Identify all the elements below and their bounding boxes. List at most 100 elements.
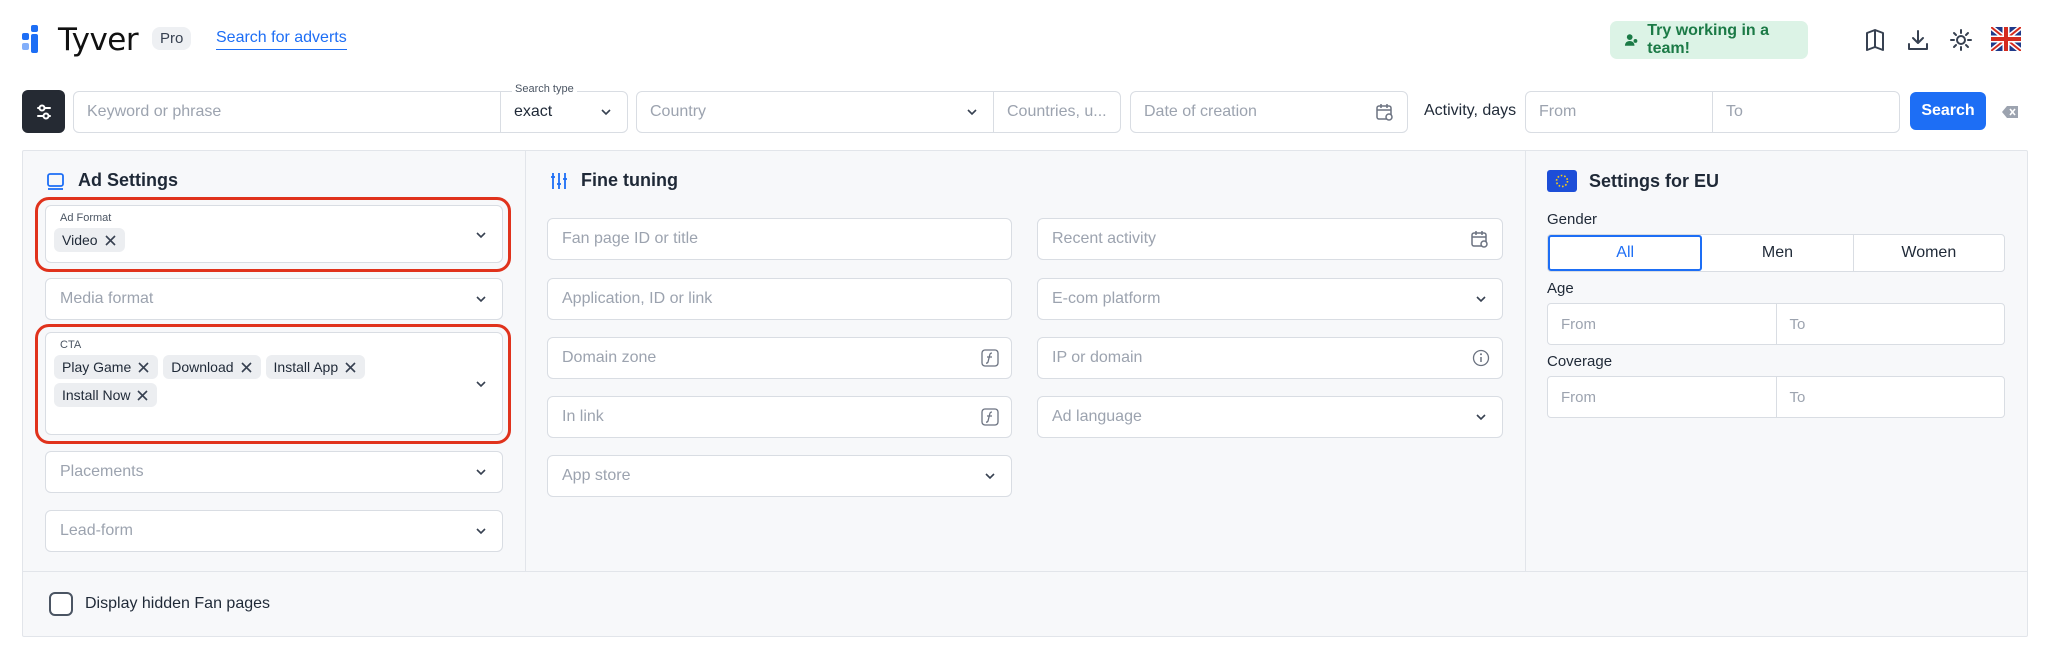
chevron-down-icon — [476, 528, 486, 535]
calendar-icon[interactable] — [1470, 229, 1490, 249]
gender-option-women[interactable]: Women — [1854, 235, 2004, 271]
function-icon[interactable] — [981, 349, 999, 367]
coverage-from-input[interactable]: From — [1548, 377, 1777, 417]
search-type-value: exact — [514, 103, 553, 120]
fine-tuning-title-text: Fine tuning — [581, 170, 678, 190]
try-team-button[interactable]: Try working in a team! — [1610, 21, 1808, 59]
ip-domain-input[interactable]: IP or domain — [1037, 337, 1503, 379]
eu-settings-title: Settings for EU — [1547, 170, 1719, 192]
pro-badge: Pro — [152, 27, 192, 50]
hidden-fan-pages-checkbox[interactable] — [49, 592, 73, 616]
media-format-placeholder: Media format — [60, 290, 154, 307]
chip-label: Download — [171, 359, 234, 375]
in-link-input[interactable]: In link — [547, 396, 1012, 438]
cta-label: CTA — [60, 339, 82, 351]
gender-option-men[interactable]: Men — [1702, 235, 1854, 271]
ad-language-placeholder: Ad language — [1052, 408, 1142, 425]
close-icon[interactable] — [104, 234, 117, 247]
fan-page-placeholder: Fan page ID or title — [562, 230, 699, 247]
column-divider — [525, 151, 526, 571]
search-type-select[interactable]: exact — [500, 91, 628, 133]
activity-days-label: Activity, days — [1424, 102, 1517, 119]
download-icon[interactable] — [1905, 27, 1931, 53]
application-placeholder: Application, ID or link — [562, 290, 713, 307]
recent-activity-placeholder: Recent activity — [1052, 230, 1157, 247]
logo-text: Tyver — [58, 22, 139, 58]
media-format-select[interactable]: Media format — [45, 278, 503, 320]
placements-select[interactable]: Placements — [45, 451, 503, 493]
book-icon[interactable] — [1862, 27, 1888, 53]
date-placeholder: Date of creation — [1144, 103, 1257, 120]
gear-icon[interactable] — [1948, 27, 1974, 53]
uk-flag-icon[interactable] — [1991, 27, 2021, 51]
sliders-icon — [36, 104, 51, 119]
search-button[interactable]: Search — [1910, 92, 1986, 130]
age-label: Age — [1547, 280, 1574, 297]
chevron-down-icon — [985, 473, 995, 480]
application-input[interactable]: Application, ID or link — [547, 278, 1012, 320]
domain-zone-input[interactable]: Domain zone — [547, 337, 1012, 379]
ecom-platform-select[interactable]: E-com platform — [1037, 278, 1503, 320]
country-select[interactable]: Country — [636, 91, 994, 133]
search-adverts-link[interactable]: Search for adverts — [216, 29, 347, 50]
activity-to-placeholder: To — [1726, 103, 1743, 120]
activity-from-placeholder: From — [1539, 103, 1577, 120]
chevron-down-icon — [476, 381, 486, 388]
gender-segmented-control: All Men Women — [1547, 234, 2005, 272]
clear-icon[interactable] — [2001, 103, 2019, 121]
coverage-range: From To — [1547, 376, 2005, 418]
ecom-platform-placeholder: E-com platform — [1052, 290, 1161, 307]
chip-label: Video — [62, 232, 98, 248]
chip-download[interactable]: Download — [163, 355, 261, 379]
chip-label: Install App — [273, 359, 339, 375]
tuning-icon — [551, 172, 567, 189]
gender-label: Gender — [1547, 211, 1598, 228]
countries-input[interactable]: Countries, u... — [993, 91, 1121, 133]
ad-language-select[interactable]: Ad language — [1037, 396, 1503, 438]
chip-install-app[interactable]: Install App — [265, 355, 366, 379]
activity-from-input[interactable]: From — [1525, 91, 1713, 133]
filters-toggle-button[interactable] — [22, 90, 65, 133]
activity-to-input[interactable]: To — [1712, 91, 1900, 133]
cta-select[interactable]: CTA Play Game Download Install App Insta… — [45, 332, 503, 435]
coverage-to-input[interactable]: To — [1777, 377, 2005, 417]
ad-settings-icon — [47, 172, 64, 190]
close-icon[interactable] — [137, 361, 150, 374]
age-range: From To — [1547, 303, 2005, 345]
logo[interactable]: Tyver — [22, 22, 139, 58]
close-icon[interactable] — [344, 361, 357, 374]
user-icon — [1624, 34, 1638, 46]
close-icon[interactable] — [240, 361, 253, 374]
fan-page-input[interactable]: Fan page ID or title — [547, 218, 1012, 260]
hidden-fan-pages-label: Display hidden Fan pages — [85, 595, 271, 612]
hidden-fan-pages-option[interactable]: Display hidden Fan pages — [49, 592, 270, 616]
age-to-input[interactable]: To — [1777, 304, 2005, 344]
function-icon[interactable] — [981, 408, 999, 426]
country-placeholder: Country — [650, 103, 707, 120]
recent-activity-input[interactable]: Recent activity — [1037, 218, 1503, 260]
date-of-creation-input[interactable]: Date of creation — [1130, 91, 1408, 133]
close-icon[interactable] — [136, 389, 149, 402]
in-link-placeholder: In link — [562, 408, 604, 425]
placements-placeholder: Placements — [60, 463, 144, 480]
chevron-down-icon — [476, 296, 486, 303]
lead-form-select[interactable]: Lead-form — [45, 510, 503, 552]
chevron-down-icon — [967, 109, 977, 116]
app-store-placeholder: App store — [562, 467, 631, 484]
app-store-select[interactable]: App store — [547, 455, 1012, 497]
cta-chips: Play Game Download Install App Install N… — [54, 355, 434, 407]
ad-format-select[interactable]: Ad Format Video — [45, 205, 503, 263]
fine-tuning-title: Fine tuning — [549, 170, 678, 191]
info-icon[interactable] — [1472, 349, 1490, 367]
chevron-down-icon — [1476, 414, 1486, 421]
keyword-input[interactable]: Keyword or phrase — [73, 91, 501, 133]
column-divider — [1525, 151, 1526, 571]
ad-format-label: Ad Format — [60, 212, 112, 224]
age-from-input[interactable]: From — [1548, 304, 1777, 344]
chip-install-now[interactable]: Install Now — [54, 383, 158, 407]
calendar-icon[interactable] — [1375, 102, 1395, 122]
gender-option-all[interactable]: All — [1548, 235, 1703, 271]
chip-video[interactable]: Video — [54, 228, 125, 252]
keyword-placeholder: Keyword or phrase — [87, 103, 222, 120]
chip-play-game[interactable]: Play Game — [54, 355, 159, 379]
